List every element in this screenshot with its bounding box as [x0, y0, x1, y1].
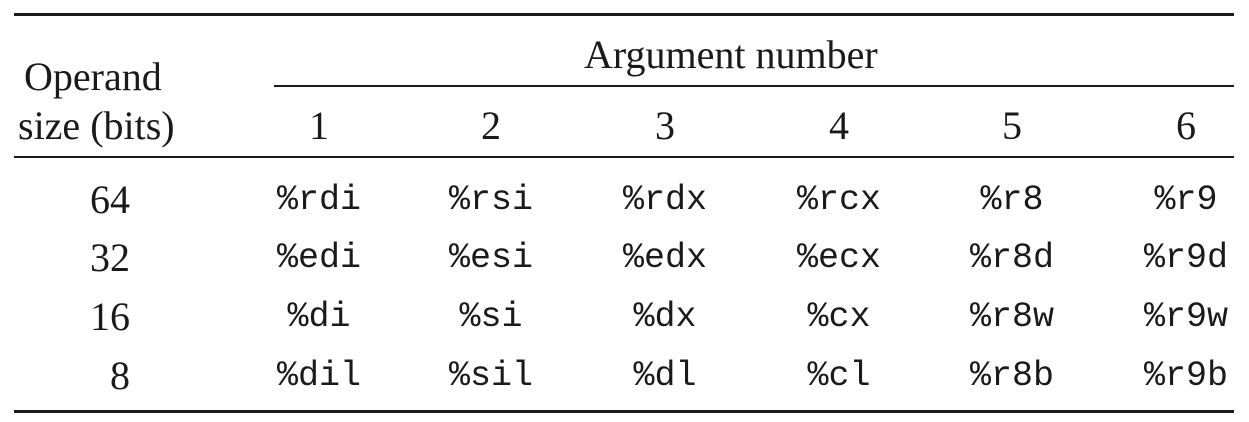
spanner-rule: [274, 85, 1234, 87]
register-cell: %cl: [807, 356, 871, 396]
register-cell: %r8d: [969, 238, 1055, 278]
register-cell: %r9: [1154, 180, 1218, 220]
column-header-5: 5: [1002, 103, 1022, 148]
header-rule: [14, 156, 1234, 158]
column-header-6: 6: [1176, 103, 1196, 148]
register-table: Operand size (bits) Argument number 1 2 …: [14, 12, 1234, 414]
register-cell: %esi: [448, 238, 534, 278]
column-header-4: 4: [829, 103, 849, 148]
register-cell: %r8: [980, 180, 1044, 220]
register-cell: %r8b: [969, 356, 1055, 396]
register-cell: %dl: [633, 356, 697, 396]
row-size-cell: 32: [90, 235, 130, 280]
row-size-cell: 8: [110, 353, 130, 398]
register-cell: %edi: [276, 238, 362, 278]
register-cell: %ecx: [796, 238, 882, 278]
register-cell: %si: [459, 297, 523, 337]
column-header-2: 2: [481, 103, 501, 148]
spanner-header: Argument number: [584, 32, 878, 77]
stub-header-line1: Operand: [24, 54, 162, 99]
register-cell: %r9d: [1143, 238, 1229, 278]
register-cell: %rdi: [276, 180, 362, 220]
register-cell: %cx: [807, 297, 871, 337]
register-cell: %edx: [622, 238, 708, 278]
column-header-3: 3: [655, 103, 675, 148]
row-size-cell: 16: [90, 294, 130, 339]
top-rule: [14, 13, 1234, 16]
column-header-1: 1: [309, 103, 329, 148]
row-size-cell: 64: [90, 177, 130, 222]
register-cell: %di: [287, 297, 351, 337]
register-cell: %r9w: [1143, 297, 1229, 337]
bottom-rule: [14, 410, 1234, 413]
register-cell: %rsi: [448, 180, 534, 220]
register-cell: %sil: [448, 356, 534, 396]
register-cell: %r9b: [1143, 356, 1229, 396]
register-cell: %dil: [276, 356, 362, 396]
register-cell: %r8w: [969, 297, 1055, 337]
register-cell: %dx: [633, 297, 697, 337]
register-cell: %rdx: [622, 180, 708, 220]
stub-header-line2: size (bits): [18, 103, 175, 148]
register-cell: %rcx: [796, 180, 882, 220]
